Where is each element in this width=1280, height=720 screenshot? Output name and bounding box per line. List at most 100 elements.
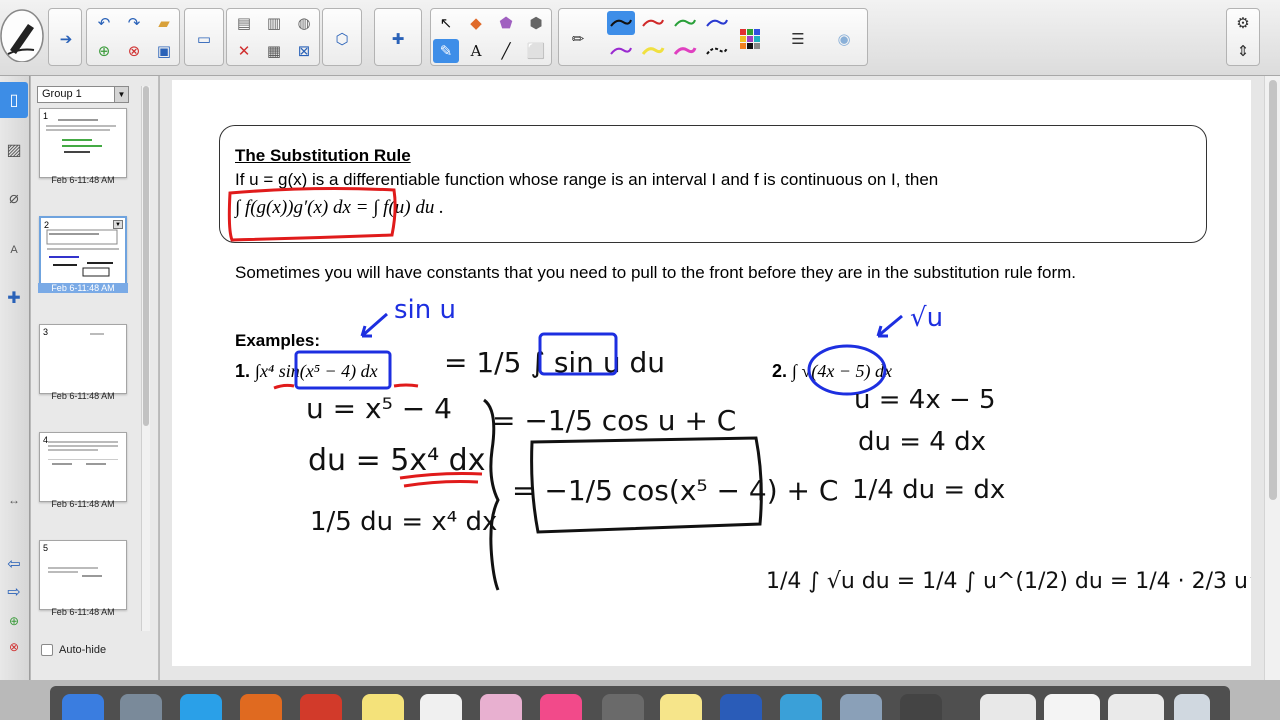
text-tool-button[interactable]: A [463,39,489,63]
slide-thumbnail-1[interactable]: 1 [39,108,127,178]
pen-stroke-icon [642,19,664,27]
close-button[interactable]: ⊠ [291,39,317,63]
add-page-side-button[interactable]: ⊕ [0,610,28,632]
clipboard-icon: ▤ [236,13,252,32]
slide-thumbnail-2[interactable]: 2 ▼ [39,216,127,286]
pen-style-yellow[interactable] [639,39,667,63]
document-camera-button[interactable]: ⬡ [329,27,355,51]
page-scrollbar[interactable] [1264,76,1280,680]
tab-gallery[interactable]: ▨ [0,132,28,168]
pen-style-black[interactable] [607,11,635,35]
firefox-icon[interactable] [240,694,282,720]
delete-page-side-button[interactable]: ⊗ [0,636,28,658]
rule-text: If u = g(x) is a differentiable function… [235,170,939,189]
window-thumbnail-2[interactable] [1044,694,1100,720]
arrow-right-icon: ➔ [59,29,73,48]
text-icon: A [470,41,482,60]
insert-table-button[interactable]: ▦ [261,39,287,63]
pen-style-purple[interactable] [607,39,635,63]
add-page-icon: ⊕ [97,41,111,60]
auto-hide-option[interactable]: Auto-hide [41,644,106,656]
itunes-icon[interactable] [540,694,582,720]
transparency-button[interactable]: ◉ [831,27,857,51]
pen-style-dashed[interactable] [703,39,731,63]
pens-tool-button[interactable]: ✎ [433,39,459,63]
window-thumbnail-1[interactable] [980,694,1036,720]
safari-icon[interactable] [180,694,222,720]
slide-preview [90,333,104,335]
pen-style-magenta[interactable] [671,39,699,63]
redo-button[interactable]: ↷ [121,11,147,35]
shape-tool-button[interactable]: ◆ [463,11,489,35]
group-select[interactable]: Group 1 ▼ [37,86,129,103]
pens-icon: ✎ [439,41,453,60]
eraser-tool-button[interactable]: ⬟ [493,11,519,35]
pen-tool-button[interactable] [0,4,46,63]
trash-icon[interactable] [1174,694,1210,720]
line-style-button[interactable]: ☰ [785,27,811,51]
examples-heading: Examples: [235,331,321,350]
eraser-button[interactable]: ⬜ [523,39,549,63]
ink-cos-step: = −1/5 cos u + C [492,404,736,437]
next-page-button-side[interactable]: ⇨ [0,580,28,604]
tab-properties[interactable]: A [0,232,28,268]
add-ons-button[interactable]: ✚ [385,27,411,51]
screen-view-button[interactable]: ▭ [191,27,217,51]
slide-thumbnail-3[interactable]: 3 [39,324,127,394]
auto-hide-label: Auto-hide [59,644,107,656]
scrollbar-thumb[interactable] [143,86,149,426]
tab-attachments[interactable]: ⌀ [0,180,28,216]
word-icon[interactable] [720,694,762,720]
finder-icon[interactable] [62,694,104,720]
tab-add-ons[interactable]: ✚ [0,280,28,316]
screen-shade-button[interactable]: ▥ [261,11,287,35]
sorter-scrollbar[interactable] [141,86,150,631]
quicktime-icon[interactable] [900,694,942,720]
ink-brace [483,398,500,591]
add-page-button[interactable]: ⊕ [91,39,117,63]
open-button[interactable]: ▰ [151,11,177,35]
fill-tool-button[interactable]: ⬢ [523,11,549,35]
system-preferences-icon[interactable] [602,694,644,720]
save-button[interactable]: ▣ [151,39,177,63]
window-thumbnail-3[interactable] [1108,694,1164,720]
xcode-icon[interactable] [780,694,822,720]
settings-button[interactable]: ⚙ [1230,11,1256,35]
resize-arrows-icon: ↔ [8,493,20,507]
line-tool-button[interactable]: ╱ [493,39,519,63]
up-down-arrows-icon: ⇕ [1236,41,1250,60]
pen-type-button[interactable]: ✏ [565,27,591,51]
scrollbar-thumb[interactable] [1269,80,1277,500]
select-tool-button[interactable]: ↖ [433,11,459,35]
delete-button[interactable]: ✕ [231,39,257,63]
pen-styles-group: ✏ ☰ ◉ [558,8,868,66]
calendar-icon[interactable] [420,694,462,720]
pen-style-blue[interactable] [703,11,731,35]
slide-thumbnail-4[interactable]: 4 [39,432,127,502]
launchpad-icon[interactable] [120,694,162,720]
chrome-icon[interactable] [300,694,342,720]
color-picker-button[interactable] [737,27,763,51]
ink-ex2-u: u = 4x − 5 [854,385,996,415]
paste-button[interactable]: ▤ [231,11,257,35]
next-page-button[interactable]: ➔ [53,27,79,51]
stickies-icon[interactable] [660,694,702,720]
slide-thumbnail-5[interactable]: 5 [39,540,127,610]
whiteboard-area: The Substitution Rule If u = g(x) is a d… [160,76,1280,680]
preview-icon[interactable] [840,694,882,720]
resize-handle[interactable]: ↔ [0,482,28,518]
pen-style-red[interactable] [639,11,667,35]
notes-icon[interactable] [362,694,404,720]
ink-ex2-integral: 1/4 ∫ √u du = 1/4 ∫ u^(1/2) du = 1/4 · 2… [766,569,1251,594]
toolbar-move-button[interactable]: ⇕ [1230,39,1256,63]
arrow-right-icon: ⇨ [7,584,21,601]
auto-hide-checkbox[interactable] [41,644,53,656]
undo-button[interactable]: ↶ [91,11,117,35]
previous-page-button[interactable]: ⇦ [0,552,28,576]
tab-page-sorter[interactable]: ▯ [0,82,28,118]
pen-style-green[interactable] [671,11,699,35]
notebook-page[interactable]: The Substitution Rule If u = g(x) is a d… [172,80,1251,666]
photos-icon[interactable] [480,694,522,720]
table-button[interactable]: ◍ [291,11,317,35]
delete-page-button[interactable]: ⊗ [121,39,147,63]
